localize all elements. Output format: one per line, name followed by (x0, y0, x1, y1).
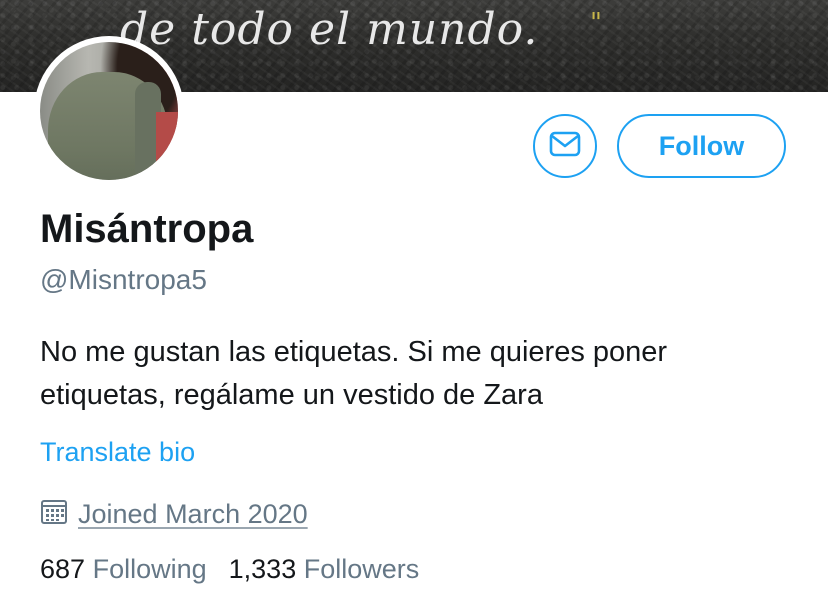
translate-bio-link[interactable]: Translate bio (40, 437, 195, 468)
joined-date-text: Joined March 2020 (78, 498, 308, 529)
following-count: 687 (40, 554, 86, 584)
follow-button[interactable]: Follow (617, 114, 786, 178)
followers-count: 1,333 (228, 554, 297, 584)
profile-stats: 687 Following 1,333 Followers (40, 554, 419, 585)
profile-bio: No me gustan las etiquetas. Si me quiere… (40, 331, 800, 417)
following-stat[interactable]: 687 Following (40, 554, 207, 585)
joined-date: Joined March 2020 (40, 496, 308, 532)
bio-line: etiquetas, regálame un vestido de Zara (40, 379, 543, 411)
avatar-image (40, 42, 178, 180)
envelope-icon (549, 131, 581, 162)
avatar[interactable] (34, 36, 184, 186)
following-label: Following (92, 554, 207, 584)
followers-stat[interactable]: 1,333 Followers (229, 554, 420, 585)
display-name: Misántropa (40, 207, 254, 251)
user-handle: @Misntropa5 (40, 264, 207, 295)
banner-quote-mark: " (590, 8, 602, 38)
bio-line: No me gustan las etiquetas. Si me quiere… (40, 336, 668, 368)
avatar-background (156, 112, 178, 172)
message-button[interactable] (533, 114, 597, 178)
calendar-icon (40, 498, 68, 531)
banner-text: de todo el mundo. (120, 4, 539, 55)
followers-label: Followers (303, 554, 420, 584)
